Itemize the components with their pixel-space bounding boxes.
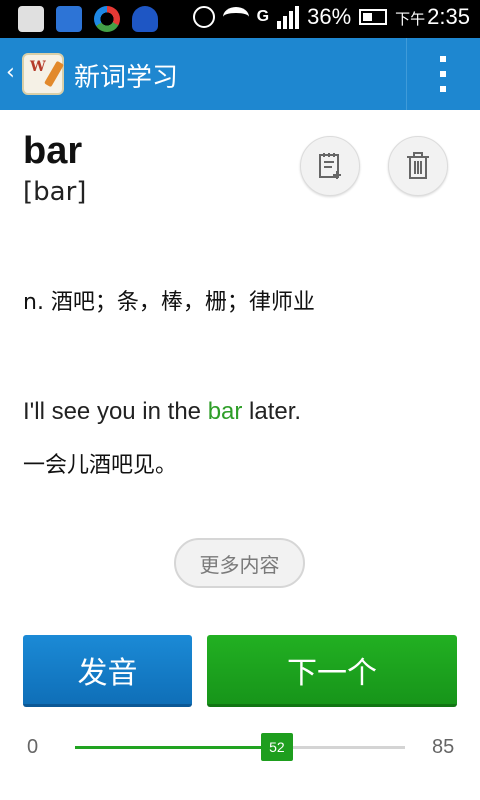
- progress-fill: [75, 746, 277, 749]
- more-content-button[interactable]: 更多内容: [174, 538, 305, 588]
- alarm-icon: [192, 6, 215, 28]
- clock-period: 下午: [395, 11, 426, 28]
- sync-icon: [94, 6, 120, 32]
- notebook-add-icon: [319, 153, 341, 179]
- progress-thumb[interactable]: 52: [260, 733, 293, 761]
- back-icon[interactable]: ‹: [6, 60, 15, 85]
- progress-max-label: 85: [432, 736, 455, 758]
- status-bar: G 36% 下午2:35: [0, 0, 480, 38]
- pronounce-button[interactable]: 发音: [23, 635, 192, 707]
- phonetic: [bar]: [23, 177, 87, 207]
- example-highlight: bar: [207, 398, 243, 425]
- contact-icon: [56, 6, 82, 32]
- headword: bar: [23, 130, 83, 172]
- overflow-menu-icon[interactable]: [436, 56, 450, 92]
- page-title: 新词学习: [74, 63, 179, 93]
- example-text-before: I'll see you in the: [23, 398, 208, 425]
- clock-time: 2:35: [427, 4, 470, 29]
- progress-slider[interactable]: 52: [75, 733, 405, 761]
- app-bar: ‹ 新词学习: [0, 38, 480, 110]
- progress-min-label: 0: [27, 736, 39, 758]
- signal-icon: [277, 5, 300, 29]
- example-text-after: later.: [242, 398, 302, 425]
- notification-icon: [132, 6, 158, 32]
- add-to-notebook-button[interactable]: [300, 136, 360, 196]
- trash-icon: [407, 152, 429, 179]
- delete-button[interactable]: [388, 136, 448, 196]
- example-translation: 一会儿酒吧见。: [23, 453, 178, 478]
- example-sentence: I'll see you in the bar later.: [23, 398, 301, 426]
- battery-icon: [359, 9, 388, 25]
- battery-percent: 36%: [307, 4, 352, 29]
- next-word-button[interactable]: 下一个: [207, 635, 457, 707]
- network-type: G: [256, 8, 270, 25]
- clock: 下午2:35: [395, 4, 470, 30]
- definition: n. 酒吧；条，棒，栅；律师业: [23, 290, 315, 315]
- app-logo-icon[interactable]: [22, 53, 64, 95]
- app-bar-divider: [406, 38, 407, 110]
- wifi-icon: [222, 7, 249, 27]
- add-icon: [18, 6, 44, 32]
